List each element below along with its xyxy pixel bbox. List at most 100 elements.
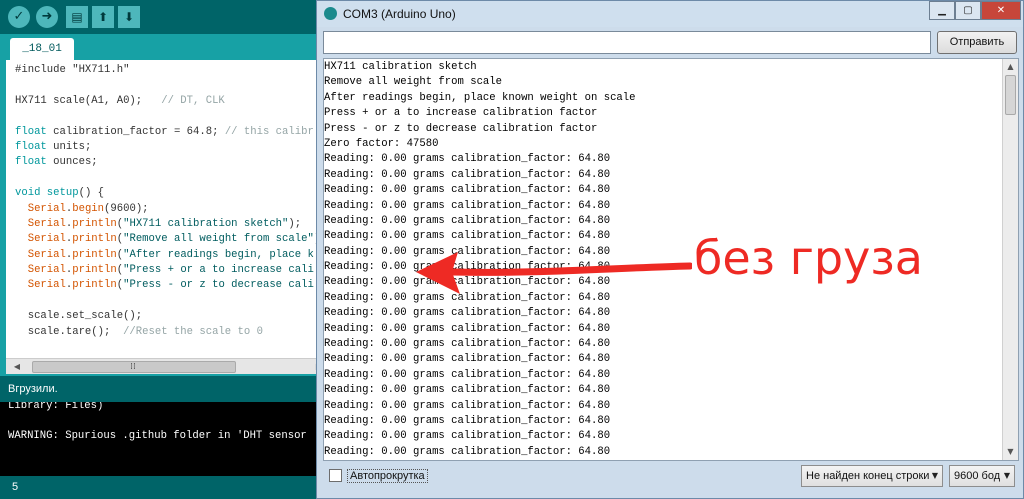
code-token: begin [72,202,105,215]
autoscroll-checkbox[interactable] [329,469,342,482]
line-ending-select[interactable]: Не найден конец строки ▼ [801,465,943,487]
output-line: Reading: 0.00 grams calibration_factor: … [324,168,611,181]
output-line: Reading: 0.00 grams calibration_factor: … [324,184,611,197]
code-line: HX711 scale(A1, A0); // DT, CLK [15,94,320,109]
code-lines: #include "HX711.h" HX711 scale(A1, A0); … [15,63,320,340]
scroll-left-icon[interactable]: ◀ [10,361,24,373]
code-token: //Reset the scale to 0 [123,325,263,338]
window-title: COM3 (Arduino Uno) [343,7,456,21]
output-line: Remove all weight from scale [324,76,503,89]
code-line: #include "HX711.h" [15,63,320,78]
baud-select[interactable]: 9600 бод ▼ [949,465,1015,487]
grip-icon: ⁞⁞ [130,362,136,372]
code-line: float units; [15,140,320,155]
code-token: Serial [27,248,66,261]
status-label: Вгрузили. [8,383,58,395]
code-token: scale.set_scale(); [15,310,143,323]
output-line: Reading: 0.00 grams calibration_factor: … [324,153,611,166]
output-line: Reading: 0.00 grams calibration_factor: … [324,199,611,212]
line-number: 5 [12,481,19,493]
console-output: Library: Files) WARNING: Spurious .github… [0,402,330,476]
code-token: float [15,125,47,138]
code-editor[interactable]: #include "HX711.h" HX711 scale(A1, A0); … [6,60,330,358]
open-icon[interactable]: ⬆ [92,6,114,28]
maximize-icon[interactable]: ▢ [955,1,981,20]
code-token: "After readings begin, place k [123,248,314,261]
code-token: ounces; [46,156,98,169]
code-token: "Press - or z to decrease cali [123,279,314,292]
close-icon[interactable]: ✕ [981,1,1021,20]
minimize-icon[interactable]: ▁ [929,1,955,20]
tab-sketch[interactable]: _18_01 [10,38,74,60]
vertical-scrollbar[interactable]: ▲ ▼ [1002,59,1018,460]
code-token: println [72,217,117,230]
scroll-up-icon[interactable]: ▲ [1004,60,1017,74]
send-input[interactable] [323,31,931,54]
code-line: Serial.println("Press + or a to increase… [15,263,320,278]
code-token: Serial [27,233,66,246]
code-token: scale.tare(); [15,325,124,338]
code-line: Serial.println("After readings begin, pl… [15,248,320,263]
new-file-icon[interactable]: ▤ [66,6,88,28]
output-line: Press - or z to decrease calibration fac… [324,122,598,135]
send-button[interactable]: Отправить [937,31,1017,54]
scroll-down-icon[interactable]: ▼ [1004,445,1017,459]
output-line: Reading: 0.00 grams calibration_factor: … [324,353,611,366]
code-token: "Remove all weight from scale" [123,233,314,246]
code-token: "Press + or a to increase cali [123,264,314,277]
code-token: println [72,248,117,261]
code-line: scale.set_scale(); [15,309,320,324]
save-icon[interactable]: ⬇ [118,6,140,28]
code-token: (9600); [104,202,149,215]
output-line: Reading: 0.00 grams calibration_factor: … [324,445,611,458]
output-line: Zero factor: 47580 [324,137,439,150]
arduino-logo-icon [324,7,337,20]
scroll-thumb[interactable] [1005,75,1016,115]
code-line: void setup() { [15,186,320,201]
annotation-text: без груза [694,231,923,285]
output-line: Reading: 0.00 grams calibration_factor: … [324,414,611,427]
horizontal-scrollbar[interactable]: ◀ ⁞⁞ ▶ [6,358,330,374]
code-line: Serial.begin(9600); [15,202,320,217]
code-token: () { [78,187,105,200]
verify-check-icon[interactable]: ✓ [8,6,30,28]
output-line: Reading: 0.00 grams calibration_factor: … [324,430,611,443]
console-line: Library: Files) [8,402,104,412]
output-line: HX711 calibration sketch [324,61,477,73]
code-token: #include "HX711.h" [15,64,130,76]
send-row: Отправить [323,31,1019,55]
code-line: float calibration_factor = 64.8; // this… [15,125,320,140]
upload-arrow-right-icon[interactable]: ➜ [36,6,58,28]
output-line: Reading: 0.00 grams calibration_factor: … [324,399,611,412]
output-line: Reading: 0.00 grams calibration_factor: … [324,368,611,381]
code-token: // this calibr [224,125,314,138]
code-token: void [15,187,41,200]
code-token: println [72,264,117,277]
code-token: HX711 scale(A1, A0); [15,94,162,107]
code-token: "HX711 calibration sketch" [123,217,289,230]
ide-window: ✓ ➜ ▤ ⬆ ⬇ _18_01 #include "HX711.h" HX71… [0,0,330,499]
title-bar: COM3 (Arduino Uno) ▁ ▢ ✕ [317,1,1023,27]
output-line: Reading: 0.00 grams calibration_factor: … [324,384,611,397]
code-token: calibration_factor = 64.8; [46,125,225,138]
code-token: Serial [27,217,66,230]
code-token: units; [46,140,92,153]
code-token: println [72,279,117,292]
code-token: float [15,156,47,169]
chevron-down-icon: ▼ [1003,471,1010,480]
baud-value: 9600 бод [954,470,1001,482]
output-line: Reading: 0.00 grams calibration_factor: … [324,322,611,335]
code-token: setup [46,187,79,200]
annotation-arrow-icon [416,252,692,294]
code-token: // DT, CLK [161,94,225,107]
footer-bar: 5 [0,476,330,499]
autoscroll-label[interactable]: Автопрокрутка [347,469,428,483]
